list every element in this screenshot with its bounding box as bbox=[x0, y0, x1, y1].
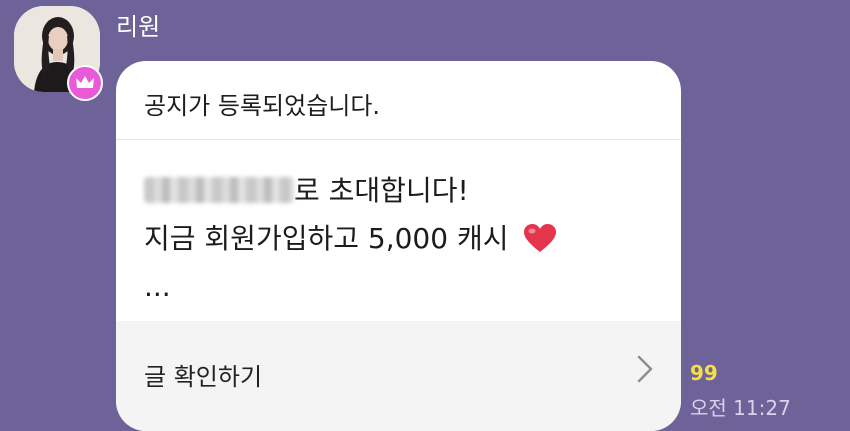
divider bbox=[116, 139, 681, 140]
notice-message-bubble[interactable]: 공지가 등록되었습니다. 로 초대합니다! 지금 회원가입하고 5,000 캐시… bbox=[116, 61, 681, 431]
blurred-text bbox=[144, 177, 294, 203]
crown-icon bbox=[76, 76, 94, 88]
crown-badge bbox=[67, 65, 103, 101]
message-line-1: 로 초대합니다! bbox=[294, 174, 469, 207]
chevron-right-icon bbox=[637, 355, 653, 383]
message-line-2: 지금 회원가입하고 5,000 캐시 bbox=[144, 222, 518, 255]
view-post-button[interactable]: 글 확인하기 bbox=[116, 321, 681, 431]
unread-count: 99 bbox=[690, 361, 718, 385]
timestamp: 오전 11:27 bbox=[690, 396, 791, 420]
notice-title: 공지가 등록되었습니다. bbox=[144, 92, 381, 120]
sender-name: 리원 bbox=[116, 13, 161, 41]
heart-emoji bbox=[524, 224, 557, 252]
message-line-3: ... bbox=[144, 270, 171, 303]
view-post-label: 글 확인하기 bbox=[144, 363, 263, 391]
message-body: 로 초대합니다! 지금 회원가입하고 5,000 캐시 ... bbox=[144, 167, 557, 311]
